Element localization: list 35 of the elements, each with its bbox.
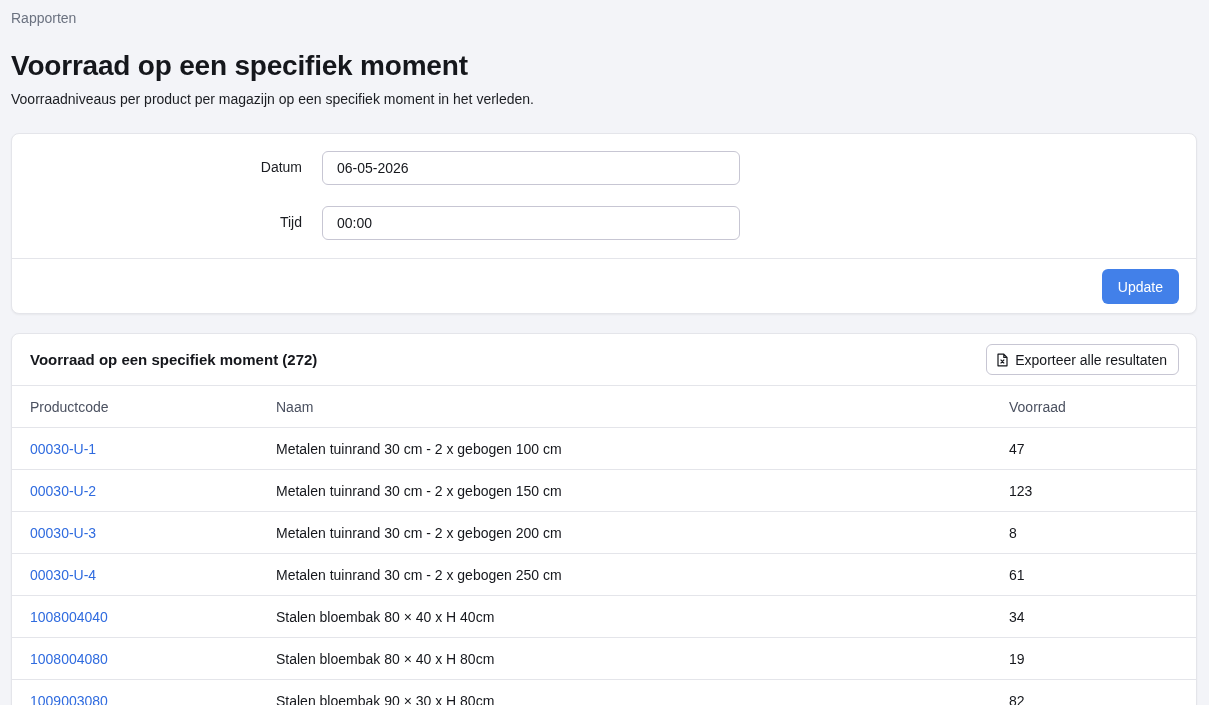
table-cell-text: Metalen tuinrand 30 cm - 2 x gebogen 100 cm [275,439,562,459]
table-cell-text: Stalen bloembak 80 × 40 x H 40cm [275,607,495,627]
table-cell-text: 82 [1008,691,1025,705]
table-cell-text: Metalen tuinrand 30 cm - 2 x gebogen 200 cm [275,523,562,543]
export-button[interactable]: Exporteer alle resultaten [986,344,1179,375]
table-cell-text: 34 [1008,607,1025,627]
table-cell-text: 47 [1008,439,1025,459]
results-title: Voorraad op een specifiek moment (272) [30,349,318,370]
file-x-icon [997,352,1009,367]
table-cell-text: Stalen bloembak 80 × 40 x H 80cm [275,649,495,669]
table-cell-text: Stalen bloembak 90 × 30 x H 80cm [275,691,495,705]
column-header: Naam [275,397,314,417]
page-title: Voorraad op een specifiek moment [11,49,468,83]
product-code-link[interactable]: 00030-U-3 [30,522,97,543]
table-cell-text: Metalen tuinrand 30 cm - 2 x gebogen 250 cm [275,565,562,585]
update-button[interactable]: Update [1101,269,1179,304]
table-cell-text: 19 [1008,649,1025,669]
table-cell-text: Metalen tuinrand 30 cm - 2 x gebogen 150 cm [275,481,562,501]
column-header: Productcode [29,397,109,417]
field-label: Tijd [279,212,302,232]
breadcrumb-link[interactable]: Rapporten [11,8,77,28]
product-code-link[interactable]: 1008004040 [30,606,108,627]
product-code-link[interactable]: 1008004080 [30,648,108,669]
input-field[interactable]: 00:00 [322,206,740,240]
table-cell-text: 61 [1008,565,1025,585]
table-cell-text: 123 [1008,481,1033,501]
input-field[interactable]: 06-05-2026 [322,151,740,185]
product-code-link[interactable]: 00030-U-2 [30,480,97,501]
page-description: Voorraadniveaus per product per magazijn op een specifiek moment in het verleden. [11,90,534,109]
product-code-link[interactable]: 1009003080 [30,690,108,705]
column-header: Voorraad [1008,397,1066,417]
field-label: Datum [260,157,302,177]
table-cell-text: 8 [1008,523,1017,543]
product-code-link[interactable]: 00030-U-4 [30,564,97,585]
product-code-link[interactable]: 00030-U-1 [30,438,97,459]
